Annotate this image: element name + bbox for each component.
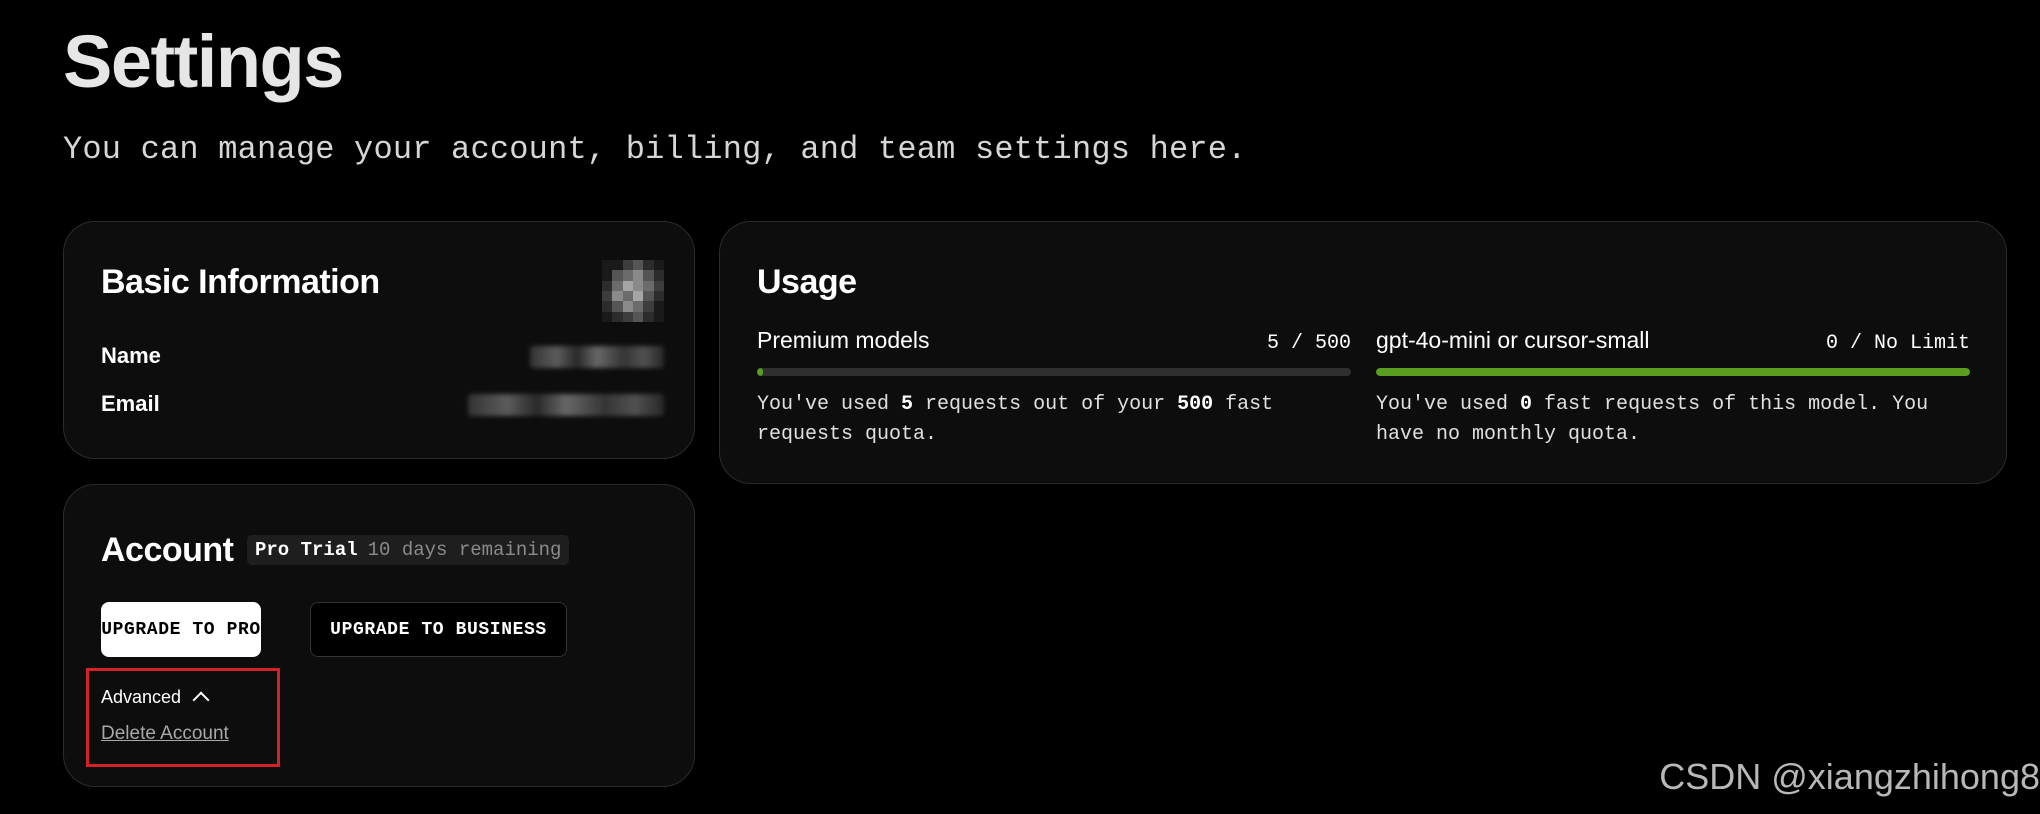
advanced-label: Advanced bbox=[101, 687, 182, 707]
advanced-toggle[interactable]: Advanced bbox=[101, 685, 210, 709]
avatar bbox=[602, 260, 664, 322]
account-card: Account Pro Trial 10 days remaining UPGR… bbox=[63, 484, 695, 787]
avatar-pixel bbox=[602, 260, 613, 271]
page-subtitle: You can manage your account, billing, an… bbox=[63, 131, 1247, 168]
avatar-pixel bbox=[622, 260, 633, 271]
avatar-pixel bbox=[622, 290, 633, 302]
name-label: Name bbox=[101, 343, 161, 368]
premium-usage-bar bbox=[757, 368, 1351, 376]
avatar-pixel bbox=[653, 270, 664, 281]
premium-models-usage: Premium models 5 / 500 You've used 5 req… bbox=[757, 325, 1351, 450]
avatar-pixel bbox=[643, 301, 654, 312]
premium-models-label: Premium models bbox=[757, 327, 930, 353]
highlight-annotation-box bbox=[86, 668, 280, 767]
avatar-pixel bbox=[612, 301, 623, 312]
avatar-pixel bbox=[602, 280, 613, 291]
avatar-pixel bbox=[602, 270, 613, 281]
avatar-pixel bbox=[612, 280, 623, 291]
name-value-redacted bbox=[530, 346, 664, 368]
mini-models-usage: gpt-4o-mini or cursor-small 0 / No Limit… bbox=[1376, 325, 1970, 450]
email-label: Email bbox=[101, 391, 160, 416]
avatar-pixel bbox=[622, 280, 633, 291]
account-heading: Account bbox=[101, 531, 234, 569]
avatar-pixel bbox=[643, 260, 654, 271]
mini-usage-bar bbox=[1376, 368, 1970, 376]
usage-heading: Usage bbox=[757, 263, 857, 301]
avatar-pixel bbox=[612, 311, 623, 322]
avatar-pixel bbox=[602, 290, 613, 302]
watermark: CSDN @xiangzhihong8 bbox=[1659, 756, 2040, 797]
avatar-pixel bbox=[622, 311, 633, 322]
plan-name: Pro Trial bbox=[255, 539, 358, 561]
chevron-up-icon bbox=[192, 691, 210, 709]
avatar-pixel bbox=[643, 290, 654, 302]
avatar-pixel bbox=[643, 280, 654, 291]
usage-card: Usage Premium models 5 / 500 You've used… bbox=[719, 221, 2007, 484]
upgrade-to-pro-button[interactable]: UPGRADE TO PRO bbox=[101, 602, 261, 657]
upgrade-to-business-button[interactable]: UPGRADE TO BUSINESS bbox=[310, 602, 567, 657]
page-title: Settings bbox=[63, 20, 344, 103]
premium-models-count: 5 / 500 bbox=[1266, 332, 1351, 355]
avatar-pixel bbox=[612, 260, 623, 271]
delete-account-link[interactable]: Delete Account bbox=[101, 722, 229, 746]
email-value-redacted bbox=[468, 394, 664, 416]
plan-badge: Pro Trial 10 days remaining bbox=[247, 535, 570, 565]
settings-page: Settings You can manage your account, bi… bbox=[0, 0, 2040, 814]
avatar-pixel bbox=[653, 301, 664, 312]
avatar-pixel bbox=[612, 270, 623, 281]
avatar-pixel bbox=[632, 280, 644, 291]
avatar-pixel bbox=[612, 290, 623, 302]
basic-information-card: Basic Information Name Email bbox=[63, 221, 695, 459]
avatar-pixel bbox=[632, 301, 644, 312]
premium-usage-description: You've used 5 requests out of your 500 f… bbox=[757, 393, 1274, 446]
mini-models-label: gpt-4o-mini or cursor-small bbox=[1376, 327, 1650, 353]
avatar-pixel bbox=[653, 260, 664, 271]
trial-remaining: 10 days remaining bbox=[367, 539, 562, 561]
avatar-pixel bbox=[653, 311, 664, 322]
premium-usage-bar-fill bbox=[757, 368, 763, 376]
avatar-pixel bbox=[632, 270, 644, 281]
avatar-pixel bbox=[643, 311, 654, 322]
avatar-pixel bbox=[653, 280, 664, 291]
avatar-pixel bbox=[602, 311, 613, 322]
avatar-pixel bbox=[632, 290, 644, 302]
avatar-pixel bbox=[602, 301, 613, 312]
mini-models-count: 0 / No Limit bbox=[1825, 332, 1970, 355]
avatar-pixel bbox=[622, 270, 633, 281]
basic-information-heading: Basic Information bbox=[101, 263, 380, 301]
avatar-pixel bbox=[643, 270, 654, 281]
avatar-pixel bbox=[653, 290, 664, 302]
avatar-pixel bbox=[632, 311, 644, 322]
mini-usage-bar-fill bbox=[1376, 368, 1970, 376]
mini-usage-description: You've used 0 fast requests of this mode… bbox=[1376, 393, 1929, 446]
avatar-pixel bbox=[632, 260, 644, 271]
avatar-pixel bbox=[622, 301, 633, 312]
